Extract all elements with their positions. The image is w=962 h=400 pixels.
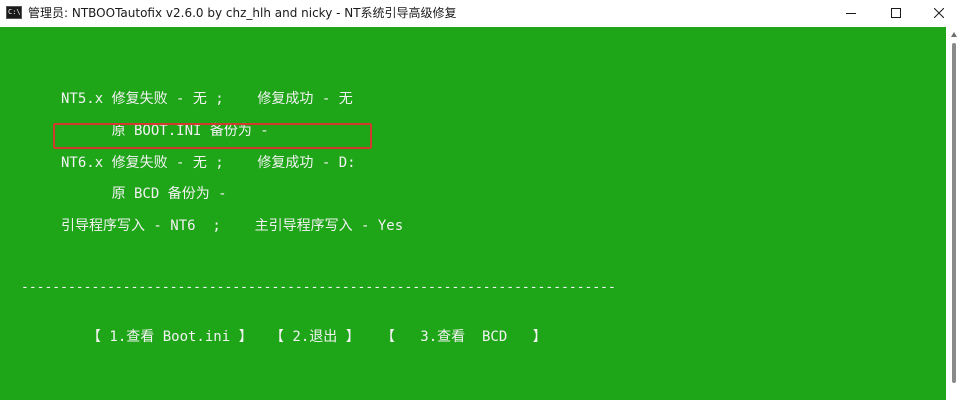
highlight-annotation-box	[53, 123, 372, 149]
title-bar: C:\ 管理员: NTBOOTautofix v2.6.0 by chz_hlh…	[0, 0, 962, 26]
maximize-icon	[891, 8, 901, 18]
console-output[interactable]: NT5.x 修复失败 - 无 ; 修复成功 - 无 原 BOOT.INI 备份为…	[0, 27, 946, 400]
separator-line: ----------------------------------------…	[21, 280, 616, 295]
nt6-status-line: NT6.x 修复失败 - 无 ; 修复成功 - D:	[61, 155, 356, 171]
bootloader-write-line: 引导程序写入 - NT6 ; 主引导程序写入 - Yes	[61, 218, 404, 234]
menu-option-view-boot-ini[interactable]: 【 1.查看 Boot.ini 】	[87, 327, 253, 347]
menu-option-exit[interactable]: 【 2.退出 】	[270, 327, 360, 347]
console-icon[interactable]: C:\	[6, 6, 22, 19]
window-title: 管理员: NTBOOTautofix v2.6.0 by chz_hlh and…	[28, 6, 457, 20]
menu-option-view-bcd[interactable]: 【 3.查看 BCD 】	[381, 327, 547, 347]
nt5-status-line: NT5.x 修复失败 - 无 ; 修复成功 - 无	[61, 91, 353, 107]
minimize-button[interactable]	[828, 0, 874, 26]
maximize-button[interactable]	[873, 0, 919, 26]
minimize-icon	[846, 13, 856, 14]
close-button[interactable]	[916, 0, 962, 26]
bcd-backup-line: 原 BCD 备份为 -	[61, 186, 227, 202]
close-icon	[934, 8, 944, 18]
vertical-scrollbar[interactable]	[946, 27, 962, 400]
scrollbar-thumb[interactable]	[952, 43, 956, 383]
scroll-up-icon[interactable]	[950, 31, 958, 39]
